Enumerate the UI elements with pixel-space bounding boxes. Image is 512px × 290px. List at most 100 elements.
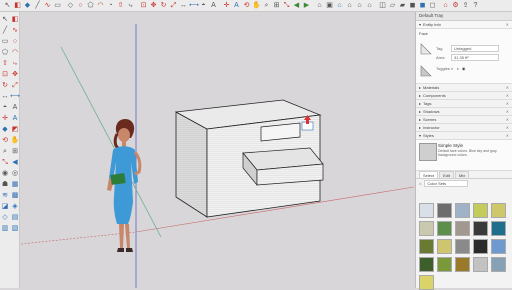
pan-icon[interactable]: ✋ (10, 135, 20, 146)
move-icon[interactable]: ✥ (149, 1, 158, 10)
tab-select[interactable]: Select (419, 171, 439, 178)
style-swatch[interactable] (437, 239, 452, 254)
section-fill-icon[interactable]: ▤ (10, 212, 20, 223)
style-swatch[interactable] (473, 203, 488, 218)
modeling-viewport[interactable] (21, 12, 414, 288)
paint-bucket-icon[interactable]: ◆ (23, 1, 32, 10)
close-icon[interactable]: ✕ (506, 84, 509, 91)
close-icon[interactable]: ✕ (506, 108, 509, 115)
tape-measure-icon[interactable]: ↔ (179, 1, 188, 10)
add-detail-icon[interactable]: ◈ (10, 201, 20, 212)
polygon-icon[interactable]: ⬠ (86, 1, 95, 10)
previous-view-icon[interactable]: ◀ (292, 1, 301, 10)
style-swatch[interactable] (437, 221, 452, 236)
cast-shadows-icon[interactable]: ◐ (451, 65, 453, 72)
entity-info-header[interactable]: ▾ Entity Info ✕ (416, 21, 512, 29)
iso-view-icon[interactable]: ⌂ (315, 1, 324, 10)
previous-view-icon[interactable]: ◀ (10, 157, 20, 168)
drape-icon[interactable]: ◪ (0, 201, 10, 212)
select-icon[interactable]: ↖ (0, 14, 10, 25)
scene-canvas[interactable] (21, 12, 414, 288)
close-icon[interactable]: ✕ (506, 100, 509, 107)
section-plane-icon[interactable]: ◩ (10, 124, 20, 135)
extension-icon[interactable]: ⚙ (451, 1, 460, 10)
zoom-icon[interactable]: ⌕ (0, 146, 10, 157)
warehouse-icon[interactable]: ⌂ (441, 1, 450, 10)
arc-icon[interactable]: ◠ (10, 47, 20, 58)
close-icon[interactable]: ✕ (506, 124, 509, 131)
axes-icon[interactable]: ✛ (0, 113, 10, 124)
arc-icon[interactable]: ◠ (96, 1, 105, 10)
dimension-icon[interactable]: ⟷ (189, 1, 199, 10)
sandbox-icon[interactable]: ▦ (10, 179, 20, 190)
tray-panel-components[interactable]: ▸ Components ✕ (416, 92, 512, 100)
box-model[interactable] (174, 99, 324, 218)
rotated-rectangle-icon[interactable]: ◇ (66, 1, 75, 10)
polygon-icon[interactable]: ⬠ (0, 47, 10, 58)
orbit-icon[interactable]: ⟲ (0, 135, 10, 146)
circle-icon[interactable]: ○ (10, 36, 20, 47)
tray-panel-tags[interactable]: ▸ Tags ✕ (416, 100, 512, 108)
offset-icon[interactable]: ⊡ (139, 1, 148, 10)
orbit-icon[interactable]: ⟲ (242, 1, 251, 10)
display-cuts-icon[interactable]: ▧ (10, 223, 20, 234)
3d-text-icon[interactable]: A (10, 113, 20, 124)
style-swatch[interactable] (455, 221, 470, 236)
style-swatch[interactable] (491, 239, 506, 254)
collapse-icon[interactable]: ▾ (419, 21, 421, 28)
rotate-icon[interactable]: ↻ (0, 80, 10, 91)
pan-icon[interactable]: ✋ (252, 1, 261, 10)
back-view-icon[interactable]: ⌂ (355, 1, 364, 10)
close-icon[interactable]: ✕ (506, 21, 509, 28)
style-swatch[interactable] (437, 203, 452, 218)
circle-icon[interactable]: ○ (76, 1, 85, 10)
zoom-extents-icon[interactable]: ⤡ (282, 1, 291, 10)
close-icon[interactable]: ✕ (506, 92, 509, 99)
eraser-icon[interactable]: ◧ (10, 14, 20, 25)
style-swatch[interactable] (437, 257, 452, 272)
move-icon[interactable]: ✥ (10, 69, 20, 80)
close-icon[interactable]: ✕ (506, 116, 509, 123)
tray-panel-scenes[interactable]: ▸ Scenes ✕ (416, 116, 512, 124)
zoom-extents-icon[interactable]: ⤡ (0, 157, 10, 168)
protractor-icon[interactable]: ◓ (0, 102, 10, 113)
share-icon[interactable]: ⇪ (461, 1, 470, 10)
freehand-icon[interactable]: ∿ (43, 1, 52, 10)
shaded-icon[interactable]: ◼ (408, 1, 417, 10)
zoom-icon[interactable]: ⌕ (262, 1, 271, 10)
text-icon[interactable]: A (209, 1, 218, 10)
home-icon[interactable]: ⌂ (419, 181, 421, 186)
tag-select[interactable]: Untagged (451, 45, 499, 52)
offset-icon[interactable]: ⊡ (0, 69, 10, 80)
top-view-icon[interactable]: ▣ (325, 1, 334, 10)
line-icon[interactable]: ╱ (0, 25, 10, 36)
style-swatch[interactable] (455, 257, 470, 272)
style-swatch[interactable] (419, 239, 434, 254)
rectangle-icon[interactable]: ▭ (53, 1, 62, 10)
right-view-icon[interactable]: ⌂ (345, 1, 354, 10)
textured-icon[interactable]: ◼ (418, 1, 427, 10)
flip-edge-icon[interactable]: ◇ (0, 212, 10, 223)
next-view-icon[interactable]: ▶ (302, 1, 311, 10)
line-icon[interactable]: ╱ (33, 1, 42, 10)
style-swatch[interactable] (419, 221, 434, 236)
style-swatch[interactable] (473, 239, 488, 254)
receive-shadows-icon[interactable]: ◑ (456, 65, 458, 72)
style-swatch[interactable] (473, 221, 488, 236)
wireframe-icon[interactable]: ▱ (388, 1, 397, 10)
scale-icon[interactable]: ⤢ (169, 1, 178, 10)
dimension-icon[interactable]: ⟷ (10, 91, 20, 102)
style-swatch[interactable] (419, 257, 434, 272)
stamp-icon[interactable]: ▩ (10, 190, 20, 201)
rectangle-icon[interactable]: ▭ (0, 36, 10, 47)
style-swatch[interactable] (473, 257, 488, 272)
style-swatch[interactable] (455, 203, 470, 218)
axes-icon[interactable]: ✛ (222, 1, 231, 10)
style-swatch[interactable] (491, 221, 506, 236)
left-view-icon[interactable]: ⌂ (365, 1, 374, 10)
push-pull-icon[interactable]: ⇧ (0, 58, 10, 69)
rotate-icon[interactable]: ↻ (159, 1, 168, 10)
style-swatch[interactable] (419, 203, 434, 218)
style-thumbnail[interactable] (419, 143, 437, 161)
zoom-window-icon[interactable]: ⊞ (272, 1, 281, 10)
